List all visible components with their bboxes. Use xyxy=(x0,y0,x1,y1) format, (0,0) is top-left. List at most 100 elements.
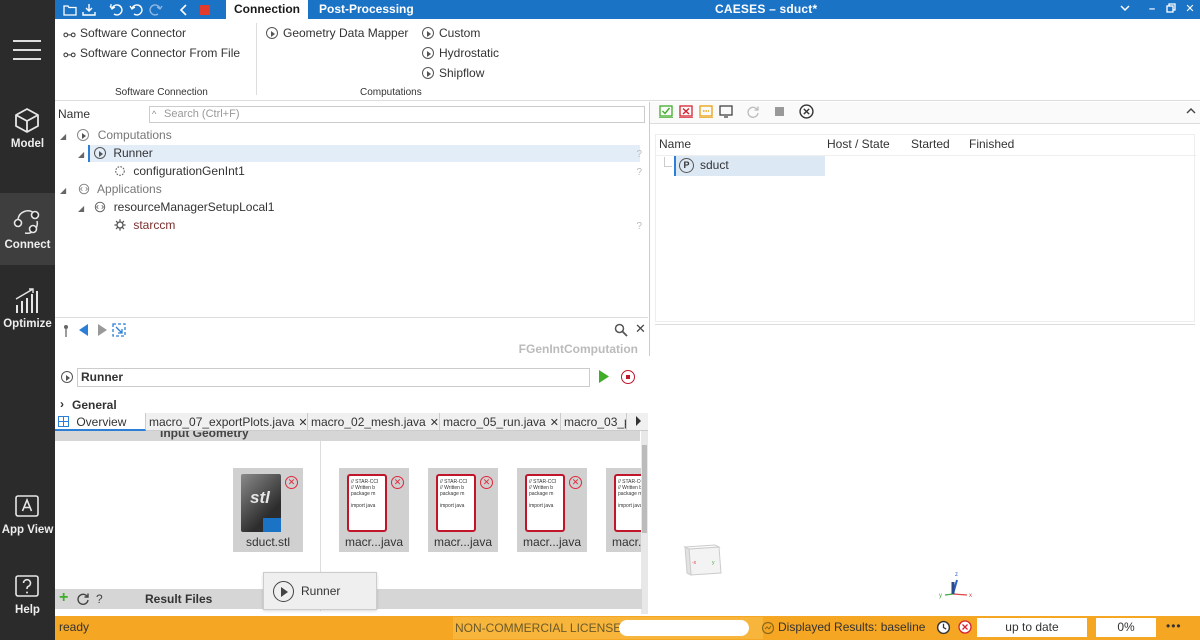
search-dropdown-icon[interactable]: ^ xyxy=(152,107,156,122)
back-arrow-icon[interactable] xyxy=(175,1,192,18)
tree-node-resource-manager[interactable]: ◢ resourceManagerSetupLocal1 xyxy=(78,199,274,216)
stop-icon[interactable] xyxy=(196,1,213,18)
tree-node-applications[interactable]: ◢ Applications xyxy=(60,181,162,198)
tab-post-processing[interactable]: Post-Processing xyxy=(311,0,422,19)
collapse-panel-icon[interactable] xyxy=(1186,104,1196,118)
tree-node-computations[interactable]: ◢ Computations xyxy=(60,127,172,144)
column-header-finished[interactable]: Finished xyxy=(969,137,1014,151)
column-header-host-state[interactable]: Host / State xyxy=(827,137,890,151)
cancel-circle-icon[interactable] xyxy=(799,104,814,119)
vertical-scrollbar[interactable] xyxy=(641,431,648,614)
tree-node-runner[interactable]: Runner xyxy=(88,145,640,162)
file-tile-sduct-stl[interactable]: stl ✕ sduct.stl xyxy=(233,468,303,552)
close-tab-icon[interactable]: ✕ xyxy=(430,417,439,429)
status-bar: ready NON-COMMERCIAL LICENSE for Display… xyxy=(55,616,1200,640)
pin-icon[interactable] xyxy=(63,324,69,338)
tree-node-starccm[interactable]: starccm xyxy=(113,217,175,234)
help-hint[interactable]: ? xyxy=(636,167,642,178)
general-section-header[interactable]: › General xyxy=(55,396,648,414)
close-tab-icon[interactable]: ✕ xyxy=(550,417,559,429)
rail-item-model[interactable]: Model xyxy=(0,92,55,164)
expand-arrow-icon[interactable]: › xyxy=(60,397,64,411)
software-connector-from-file-button[interactable]: Software Connector From File xyxy=(63,44,240,62)
run-icon[interactable] xyxy=(598,370,610,383)
custom-button[interactable]: Custom xyxy=(422,24,480,42)
rail-item-help[interactable]: Help xyxy=(0,558,55,630)
collapse-arrow-icon[interactable]: ◢ xyxy=(78,200,90,217)
file-tile-java[interactable]: // STAR-CCI // Written b package m impor… xyxy=(339,468,409,552)
tab-macro-02[interactable]: macro_02_mesh.java ✕ xyxy=(308,413,440,431)
file-caption: macr...java xyxy=(433,535,493,549)
cancel-circle-icon[interactable] xyxy=(958,620,972,634)
input-geometry-label: Input Geometry xyxy=(160,431,249,440)
file-tabs: Overview macro_07_exportPlots.java ✕ macr… xyxy=(55,413,648,431)
collapse-arrow-icon[interactable]: ◢ xyxy=(60,182,72,199)
file-tile-java[interactable]: // STAR-CCI // Written b package m impor… xyxy=(606,468,641,552)
collapse-arrow-icon[interactable]: ◢ xyxy=(60,128,72,145)
tab-macro-05[interactable]: macro_05_run.java ✕ xyxy=(440,413,561,431)
rail-item-connect[interactable]: Connect xyxy=(0,193,55,265)
more-options-icon[interactable]: ••• xyxy=(1166,619,1182,633)
shipflow-button[interactable]: Shipflow xyxy=(422,64,484,82)
restore-icon[interactable] xyxy=(1162,0,1180,19)
rail-item-app-view[interactable]: App View xyxy=(0,478,55,550)
chevron-down-icon[interactable] xyxy=(1116,0,1134,19)
column-header-name[interactable]: Name xyxy=(659,137,691,151)
monitor-icon[interactable] xyxy=(719,105,733,118)
axis-y-label: y xyxy=(939,593,942,599)
stop-icon[interactable] xyxy=(775,107,784,116)
tab-macro-03[interactable]: macro_03_p xyxy=(561,413,627,431)
remove-file-icon[interactable]: ✕ xyxy=(285,476,298,489)
connect-icon xyxy=(13,210,40,235)
stop-circle-icon[interactable] xyxy=(621,370,635,384)
refresh-icon[interactable] xyxy=(76,592,90,606)
open-folder-icon[interactable] xyxy=(61,1,78,18)
tree-node-configuration[interactable]: configurationGenInt1 xyxy=(113,163,245,180)
check-all-icon[interactable] xyxy=(659,105,673,118)
close-tab-icon[interactable]: ✕ xyxy=(298,417,307,429)
hamburger-menu-icon[interactable] xyxy=(13,40,41,67)
play-circle-icon xyxy=(61,371,73,383)
hydrostatic-button[interactable]: Hydrostatic xyxy=(422,44,499,62)
refresh-icon[interactable] xyxy=(746,105,760,118)
tab-overview[interactable]: Overview xyxy=(55,413,146,431)
file-tile-java[interactable]: // STAR-CCI // Written b package m impor… xyxy=(428,468,498,552)
uncheck-all-icon[interactable] xyxy=(679,105,693,118)
invert-selection-icon[interactable] xyxy=(699,105,713,118)
column-header-started[interactable]: Started xyxy=(911,137,950,151)
software-connector-button[interactable]: Software Connector xyxy=(63,24,186,42)
close-icon[interactable]: ✕ xyxy=(635,321,646,337)
job-row[interactable]: P sduct xyxy=(674,156,825,176)
remove-file-icon[interactable]: ✕ xyxy=(569,476,582,489)
collapse-arrow-icon[interactable]: ◢ xyxy=(78,145,90,162)
history-icon[interactable] xyxy=(936,620,951,635)
3d-viewer[interactable]: -x y z x y xyxy=(649,356,1200,616)
add-icon[interactable]: + xyxy=(59,590,68,606)
forward-arrow-icon[interactable] xyxy=(96,324,108,336)
undo-icon[interactable] xyxy=(127,1,144,18)
minimize-icon[interactable]: – xyxy=(1143,0,1161,19)
save-icon[interactable] xyxy=(80,1,97,18)
close-icon[interactable]: ✕ xyxy=(1181,0,1199,19)
file-tile-java[interactable]: // STAR-CCI // Written b package m impor… xyxy=(517,468,587,552)
search-icon[interactable] xyxy=(614,323,628,337)
back-arrow-icon[interactable] xyxy=(78,324,90,336)
remove-file-icon[interactable]: ✕ xyxy=(391,476,404,489)
runner-name-input[interactable]: Runner xyxy=(77,368,590,387)
tab-connection[interactable]: Connection xyxy=(226,0,308,19)
undo-all-icon[interactable] xyxy=(107,1,124,18)
help-hint[interactable]: ? xyxy=(96,592,103,606)
redo-icon[interactable] xyxy=(147,1,164,18)
tabs-scroll-right-icon[interactable] xyxy=(636,416,641,426)
help-hint[interactable]: ? xyxy=(636,221,642,232)
tree-label-applications: Applications xyxy=(97,182,162,196)
search-input[interactable]: ^ Search (Ctrl+F) xyxy=(149,106,645,123)
rail-item-optimize[interactable]: Optimize xyxy=(0,272,55,344)
help-hint[interactable]: ? xyxy=(636,149,642,160)
tree-label-starccm: starccm xyxy=(133,218,176,232)
locate-icon[interactable] xyxy=(112,323,126,337)
remove-file-icon[interactable]: ✕ xyxy=(480,476,493,489)
view-cube-icon[interactable]: -x y xyxy=(683,543,725,579)
geometry-data-mapper-button[interactable]: Geometry Data Mapper xyxy=(266,24,408,42)
tab-macro-07[interactable]: macro_07_exportPlots.java ✕ xyxy=(146,413,308,431)
